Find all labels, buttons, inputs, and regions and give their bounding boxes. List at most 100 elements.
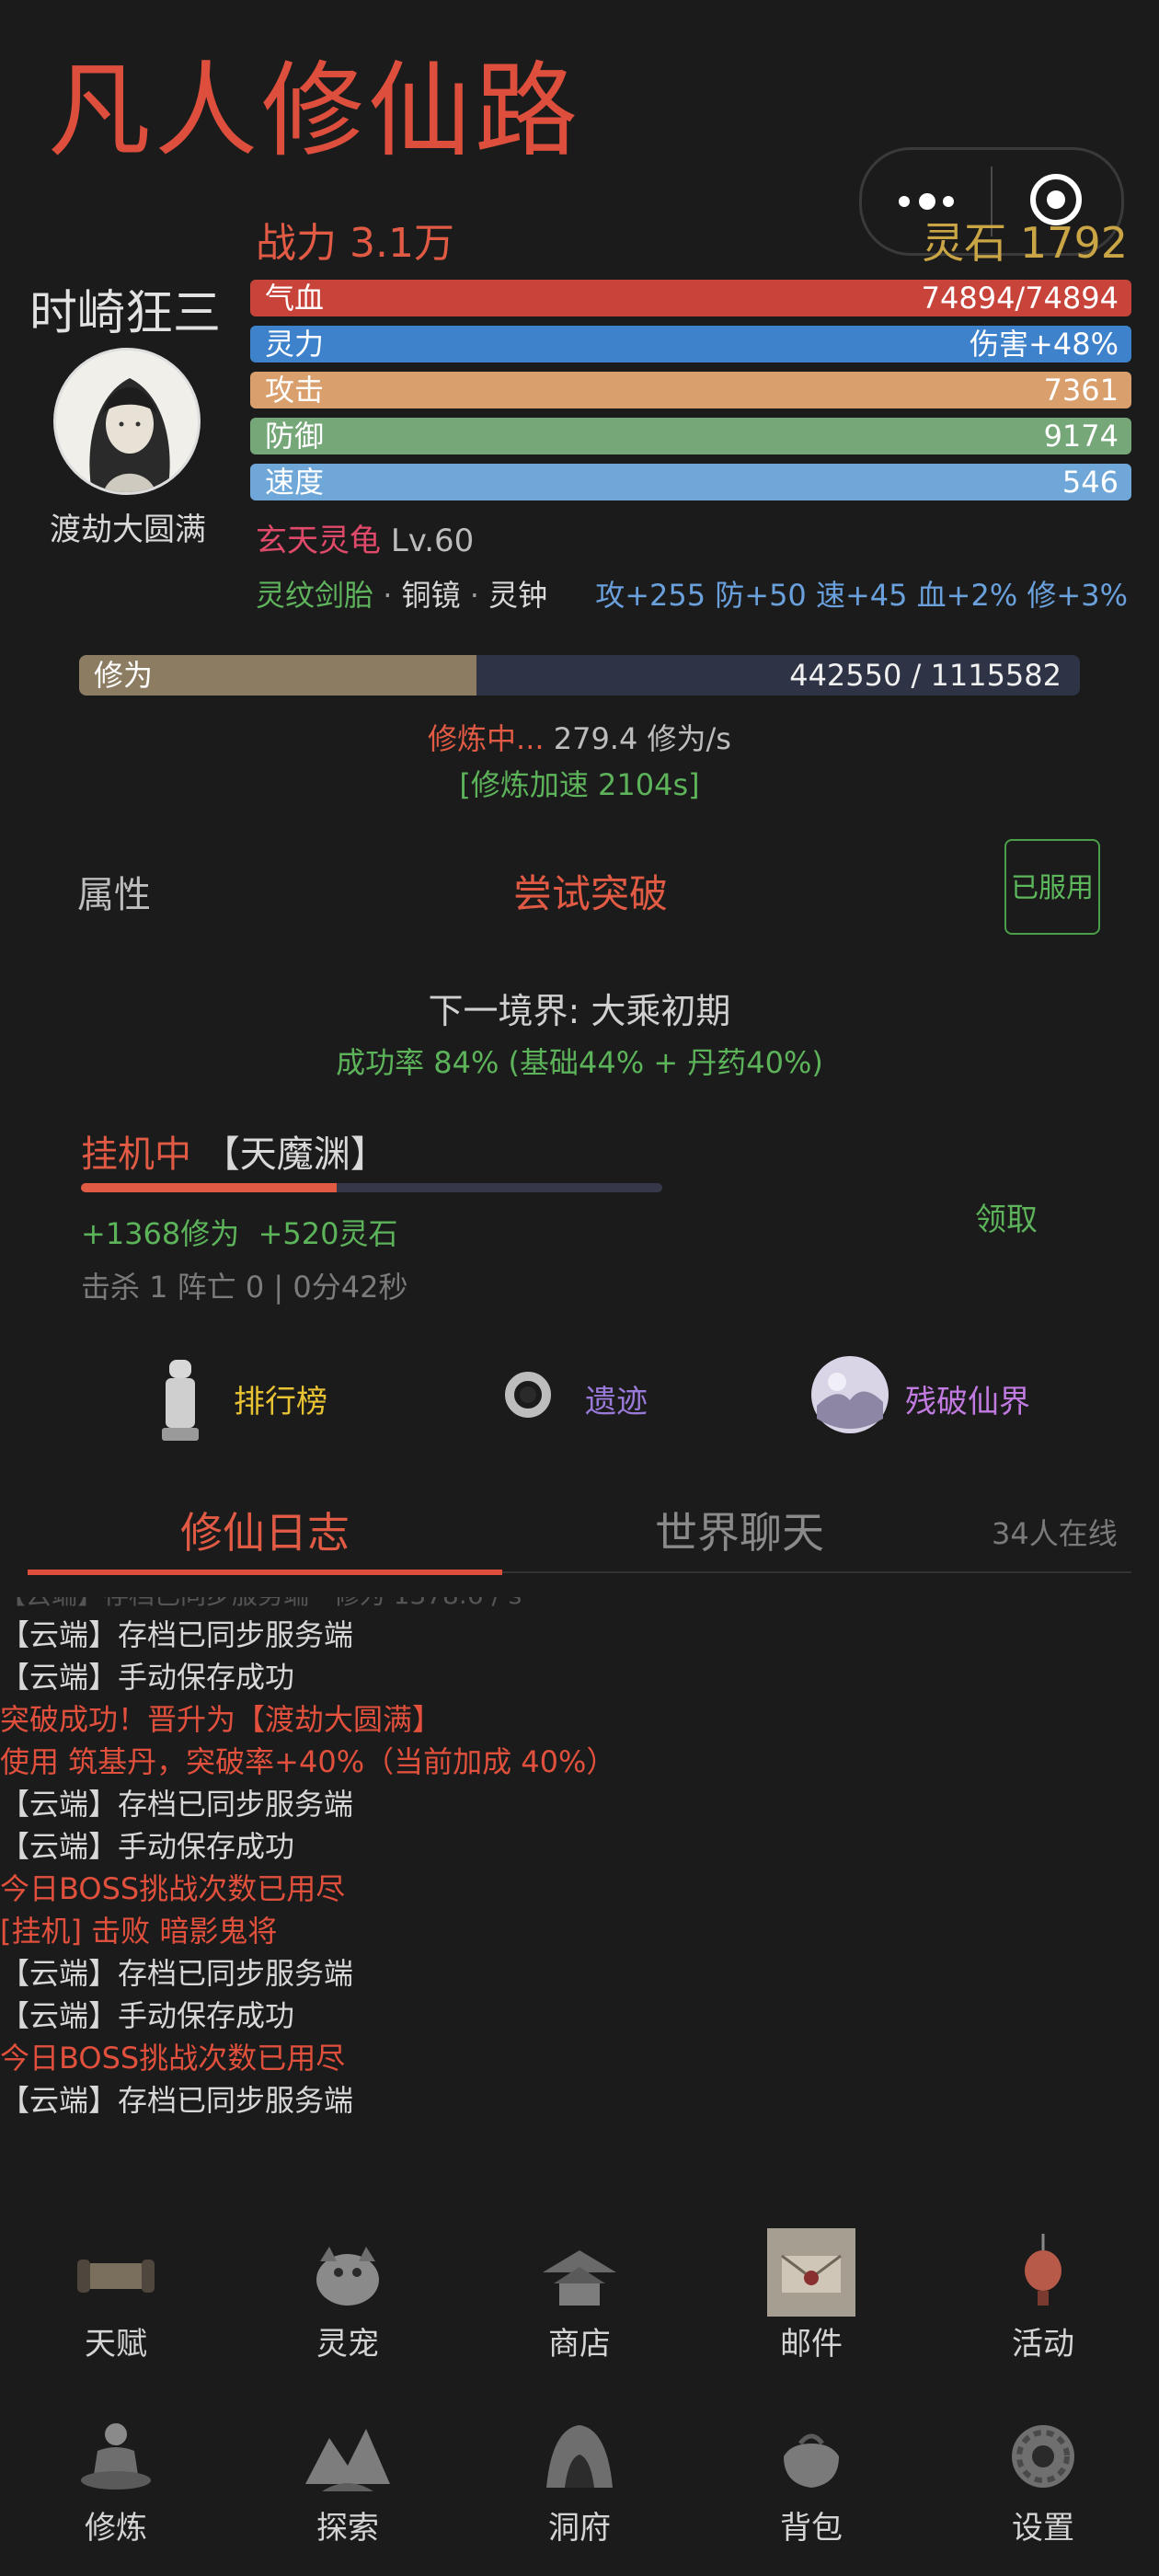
- nav-bag[interactable]: 背包: [729, 2410, 894, 2547]
- stat-bar-mana: 灵力 伤害+48%: [250, 326, 1131, 362]
- stat-value: 9174: [1043, 419, 1119, 454]
- stat-label: 攻击: [265, 373, 325, 408]
- log-entry: 【云端】手动保存成功: [0, 1829, 295, 1864]
- nav-label: 活动: [1012, 2326, 1074, 2363]
- cultivation-label: 修为: [94, 658, 154, 693]
- cloud-orb-icon: [811, 1356, 889, 1433]
- pet-level: Lv.60: [390, 523, 475, 559]
- link-label: 遗迹: [585, 1384, 648, 1420]
- scroll-icon: [77, 2260, 155, 2293]
- nav-shop[interactable]: 商店: [497, 2226, 662, 2363]
- idle-progress-fill: [81, 1183, 338, 1192]
- stat-value: 74894/74894: [921, 281, 1119, 316]
- log-entry: 今日BOSS挑战次数已用尽: [0, 1871, 346, 1906]
- equipment-item: 铜镜: [401, 578, 461, 613]
- stat-label: 速度: [265, 465, 325, 500]
- link-label: 排行榜: [234, 1384, 327, 1420]
- nav-label: 探索: [316, 2510, 379, 2547]
- letter-icon: [767, 2228, 855, 2317]
- meditation-icon: [81, 2423, 151, 2490]
- tab-chat[interactable]: 世界聊天: [655, 1500, 824, 1560]
- combat-power: 战力 3.1万: [256, 220, 454, 267]
- beast-icon: [316, 2247, 379, 2306]
- portrait-icon: [56, 351, 198, 492]
- log-entry: [挂机] 击败 暗影鬼将: [0, 1914, 278, 1949]
- player-name: 时崎狂三: [29, 286, 222, 341]
- log-entry-partial: 【云端】存档已同步服务端 · 修为 1378.6 / s: [0, 1580, 522, 1610]
- training-rate: 279.4 修为/s: [544, 721, 731, 756]
- training-boost: [修炼加速 2104s]: [459, 767, 700, 802]
- nav-talent[interactable]: 天赋: [33, 2226, 199, 2363]
- ruins-link[interactable]: 遗迹: [502, 1352, 686, 1444]
- nav-events[interactable]: 活动: [960, 2226, 1126, 2363]
- equipment-item: 灵钟: [488, 578, 548, 613]
- link-label: 残破仙界: [905, 1384, 1030, 1420]
- breakthrough-button[interactable]: 尝试突破: [513, 863, 668, 919]
- claim-button[interactable]: 领取: [975, 1194, 1038, 1239]
- nav-explore[interactable]: 探索: [265, 2410, 430, 2547]
- nav-mail[interactable]: 邮件: [729, 2226, 894, 2363]
- leaderboard-link[interactable]: 排行榜: [155, 1352, 375, 1444]
- success-rate: 成功率 84% (基础44% + 丹药40%): [336, 1045, 823, 1080]
- nav-cultivate[interactable]: 修炼: [33, 2410, 199, 2547]
- equipment-item: 灵纹剑胎: [256, 578, 374, 613]
- log-entry: 突破成功！晋升为【渡劫大圆满】: [0, 1702, 442, 1737]
- nav-label: 设置: [1012, 2510, 1074, 2547]
- separator: ·: [469, 578, 479, 613]
- attributes-button[interactable]: 属性: [77, 865, 151, 918]
- pet-info[interactable]: 玄天灵龟 Lv.60: [256, 515, 474, 560]
- nav-label: 洞府: [548, 2510, 611, 2547]
- log-entry: 【云端】存档已同步服务端: [0, 1956, 354, 1991]
- idle-progress-bar: [81, 1183, 662, 1192]
- player-realm: 渡劫大圆满: [50, 512, 206, 548]
- gear-icon: [1012, 2425, 1074, 2488]
- nav-label: 背包: [780, 2510, 843, 2547]
- log-entry: 【云端】存档已同步服务端: [0, 2083, 354, 2118]
- tab-log[interactable]: 修仙日志: [180, 1500, 350, 1560]
- cultivation-progress-bar: 修为 442550 / 1115582: [79, 655, 1080, 696]
- stat-bar-hp: 气血 74894/74894: [250, 280, 1131, 316]
- pavilion-icon: [543, 2250, 616, 2306]
- stat-label: 气血: [265, 281, 325, 316]
- nav-cave[interactable]: 洞府: [497, 2410, 662, 2547]
- gain-xp: +1368修为: [81, 1216, 240, 1251]
- stat-value: 546: [1061, 465, 1119, 500]
- bag-icon: [784, 2433, 839, 2488]
- lantern-icon: [1025, 2234, 1061, 2306]
- nav-pet[interactable]: 灵宠: [265, 2226, 430, 2363]
- log-entry: 使用 筑基丹，突破率+40%（当前加成 40%）: [0, 1744, 616, 1779]
- cave-icon: [546, 2425, 613, 2488]
- app-title: 凡人修仙路: [48, 52, 581, 171]
- stat-label: 防御: [265, 419, 325, 454]
- more-icon[interactable]: [899, 192, 958, 211]
- nav-settings[interactable]: 设置: [960, 2410, 1126, 2547]
- stat-bar-attack: 攻击 7361: [250, 372, 1131, 408]
- pill-used-badge[interactable]: 已服用: [1004, 839, 1100, 935]
- broken-realm-link[interactable]: 残破仙界: [809, 1354, 1104, 1446]
- battle-stats: 击杀 1 阵亡 0 | 0分42秒: [81, 1270, 408, 1305]
- mountain-icon: [305, 2429, 390, 2491]
- stat-label: 灵力: [265, 327, 325, 362]
- training-status: 修炼中... 279.4 修为/s: [0, 716, 1159, 758]
- log-entry: 【云端】手动保存成功: [0, 1998, 295, 2033]
- training-status-label: 修炼中...: [428, 721, 545, 756]
- nav-label: 灵宠: [316, 2326, 379, 2363]
- statue-icon: [162, 1360, 199, 1441]
- nav-label: 邮件: [780, 2326, 843, 2363]
- log-entry: 【云端】存档已同步服务端: [0, 1787, 354, 1822]
- avatar[interactable]: [53, 348, 201, 495]
- log-entry: 【云端】存档已同步服务端: [0, 1617, 354, 1652]
- log-list[interactable]: 【云端】存档已同步服务端 · 修为 1378.6 / s 【云端】存档已同步服务…: [0, 1575, 1159, 2145]
- spirit-stones: 灵石 1792: [922, 218, 1128, 268]
- nav-label: 商店: [548, 2326, 611, 2363]
- cultivation-value: 442550 / 1115582: [789, 658, 1061, 693]
- nav-label: 天赋: [85, 2326, 147, 2363]
- equipment-row[interactable]: 灵纹剑胎 · 铜镜 · 灵钟: [256, 572, 547, 615]
- stat-bar-defense: 防御 9174: [250, 418, 1131, 454]
- next-realm: 下一境界: 大乘初期: [428, 991, 731, 1031]
- equipment-bonus: 攻+255 防+50 速+45 血+2% 修+3%: [595, 578, 1128, 613]
- stat-value: 7361: [1043, 373, 1119, 408]
- stat-bar-speed: 速度 546: [250, 464, 1131, 500]
- stat-value: 伤害+48%: [970, 327, 1119, 362]
- idle-location: 【天魔渊】: [202, 1133, 387, 1176]
